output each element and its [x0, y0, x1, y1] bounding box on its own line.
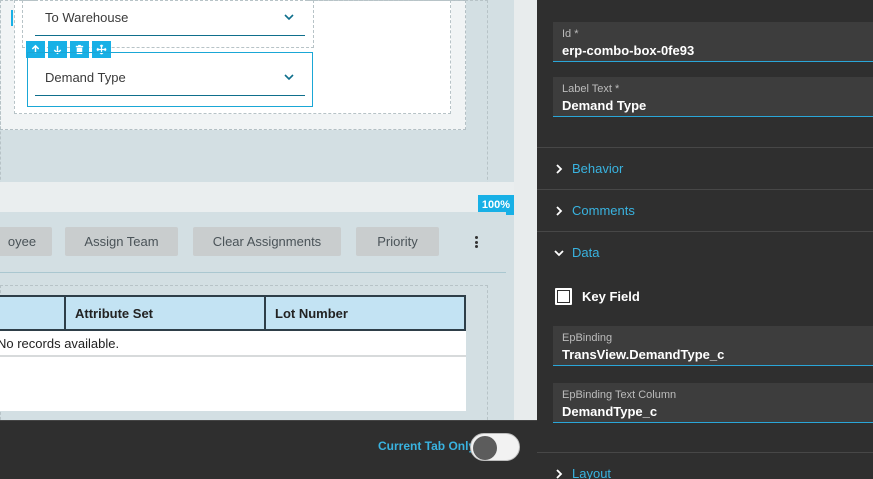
properties-panel: Id * erp-combo-box-0fe93 Label Text * De… — [537, 0, 873, 479]
label-text-field-label: Label Text * — [562, 83, 620, 95]
clear-assignments-button[interactable]: Clear Assignments — [193, 227, 341, 256]
panel-top-strip — [537, 0, 873, 22]
grid-header: Attribute Set Lot Number — [0, 295, 466, 331]
chevron-right-icon — [556, 205, 563, 216]
section-layout[interactable]: Layout — [537, 452, 873, 479]
bottom-bar: Current Tab Only — [0, 420, 537, 479]
section-data-title: Data — [572, 245, 600, 260]
current-tab-only-label: Current Tab Only — [378, 439, 476, 453]
more-options-icon[interactable] — [470, 232, 482, 252]
ep-binding-value: TransView.DemandType_c — [562, 347, 725, 362]
section-layout-title: Layout — [572, 466, 612, 479]
key-field-row[interactable]: Key Field — [555, 288, 640, 305]
section-behavior[interactable]: Behavior — [537, 147, 873, 189]
section-data[interactable]: Data — [537, 231, 873, 273]
ep-binding-text-column-field[interactable]: EpBinding Text Column DemandType_c — [553, 383, 873, 423]
grid-body: No records available. — [0, 331, 466, 411]
label-text-field[interactable]: Label Text * Demand Type — [553, 77, 873, 117]
toolbar-divider — [0, 272, 506, 273]
toolbar-button-employee[interactable]: oyee — [0, 227, 52, 256]
design-canvas[interactable]: To Warehouse Demand Type 100% oyee Assig… — [0, 0, 537, 420]
id-field-value: erp-combo-box-0fe93 — [562, 43, 695, 58]
chevron-down-icon — [554, 249, 564, 256]
section-comments-title: Comments — [572, 203, 635, 218]
label-text-field-value: Demand Type — [562, 98, 647, 113]
ep-binding-field[interactable]: EpBinding TransView.DemandType_c — [553, 326, 873, 366]
section-behavior-title: Behavior — [572, 161, 624, 176]
chevron-right-icon — [556, 163, 563, 174]
ep-binding-text-column-label: EpBinding Text Column — [562, 389, 677, 401]
chevron-right-icon — [556, 468, 563, 479]
grid-column-header[interactable] — [0, 297, 66, 329]
section-divider — [0, 182, 537, 212]
right-gutter — [514, 0, 537, 420]
grid-column-attribute-set[interactable]: Attribute Set — [66, 297, 266, 329]
section-comments[interactable]: Comments — [537, 189, 873, 231]
outer-container-outline — [0, 0, 488, 200]
key-field-checkbox-inner — [557, 290, 570, 303]
key-field-label: Key Field — [582, 289, 640, 304]
toggle-knob — [473, 436, 497, 460]
ep-binding-text-column-value: DemandType_c — [562, 404, 658, 419]
grid-column-lot-number[interactable]: Lot Number — [266, 297, 464, 329]
id-field[interactable]: Id * erp-combo-box-0fe93 — [553, 22, 873, 62]
current-tab-only-toggle[interactable] — [470, 433, 520, 461]
priority-button[interactable]: Priority — [356, 227, 439, 256]
no-records-message: No records available. — [0, 336, 120, 351]
assign-team-button[interactable]: Assign Team — [65, 227, 178, 256]
grid-row-divider — [0, 355, 466, 357]
key-field-checkbox[interactable] — [555, 288, 572, 305]
ep-binding-label: EpBinding — [562, 332, 613, 344]
id-field-label: Id * — [562, 28, 579, 40]
